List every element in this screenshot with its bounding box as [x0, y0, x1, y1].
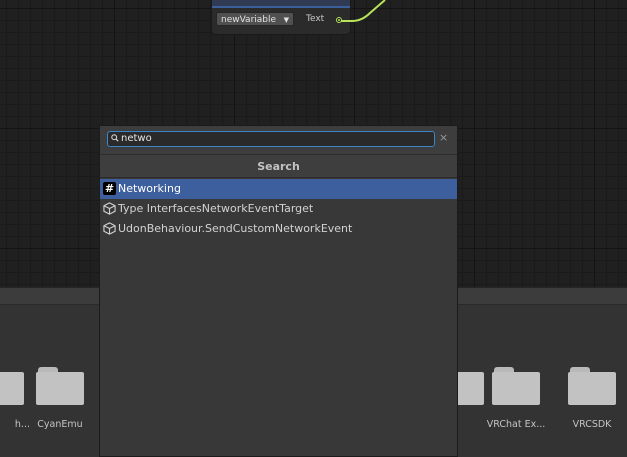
clear-search-icon[interactable]: ×	[439, 131, 448, 145]
folder-icon	[492, 367, 540, 405]
folder-item[interactable]: CyanEmu	[30, 367, 90, 430]
search-row: ×	[100, 126, 457, 154]
variable-dropdown-value: newVariable	[221, 15, 277, 25]
output-port-label: Text	[306, 14, 325, 24]
folder-icon	[568, 367, 616, 405]
folder-item[interactable]: h...	[0, 367, 30, 430]
search-result-item[interactable]: # Networking	[100, 179, 457, 199]
variable-dropdown[interactable]: newVariable ▼	[216, 12, 294, 26]
search-results-list: # Networking Type InterfacesNetworkEvent…	[100, 179, 457, 239]
search-result-label: Type InterfacesNetworkEventTarget	[118, 202, 314, 215]
node-search-popup: × Search # Networking Type InterfacesNet…	[99, 125, 458, 457]
cube-icon	[103, 222, 116, 235]
cube-icon	[103, 202, 116, 215]
search-result-label: UdonBehaviour.SendCustomNetworkEvent	[118, 222, 353, 235]
variable-node[interactable]: newVariable ▼ Text	[211, 0, 351, 35]
folder-item[interactable]: VRCSDK	[562, 367, 622, 430]
folder-item[interactable]: VRChat Ex...	[486, 367, 546, 430]
search-field[interactable]	[107, 131, 435, 147]
search-icon	[111, 134, 119, 142]
search-result-item[interactable]: UdonBehaviour.SendCustomNetworkEvent	[100, 219, 457, 239]
folder-label: VRChat Ex...	[486, 419, 546, 430]
search-result-item[interactable]: Type InterfacesNetworkEventTarget	[100, 199, 457, 219]
node-header-bar	[212, 0, 350, 8]
folder-label: VRCSDK	[572, 419, 612, 430]
folder-icon	[0, 367, 24, 405]
search-input[interactable]	[121, 132, 421, 146]
search-section-header: Search	[100, 154, 457, 178]
folder-icon	[36, 367, 84, 405]
chevron-down-icon: ▼	[283, 16, 289, 24]
output-port[interactable]	[336, 17, 342, 23]
folder-label: h...	[14, 419, 30, 430]
folder-label: CyanEmu	[37, 419, 83, 430]
search-result-label: Networking	[118, 182, 181, 195]
hash-icon: #	[103, 182, 116, 195]
